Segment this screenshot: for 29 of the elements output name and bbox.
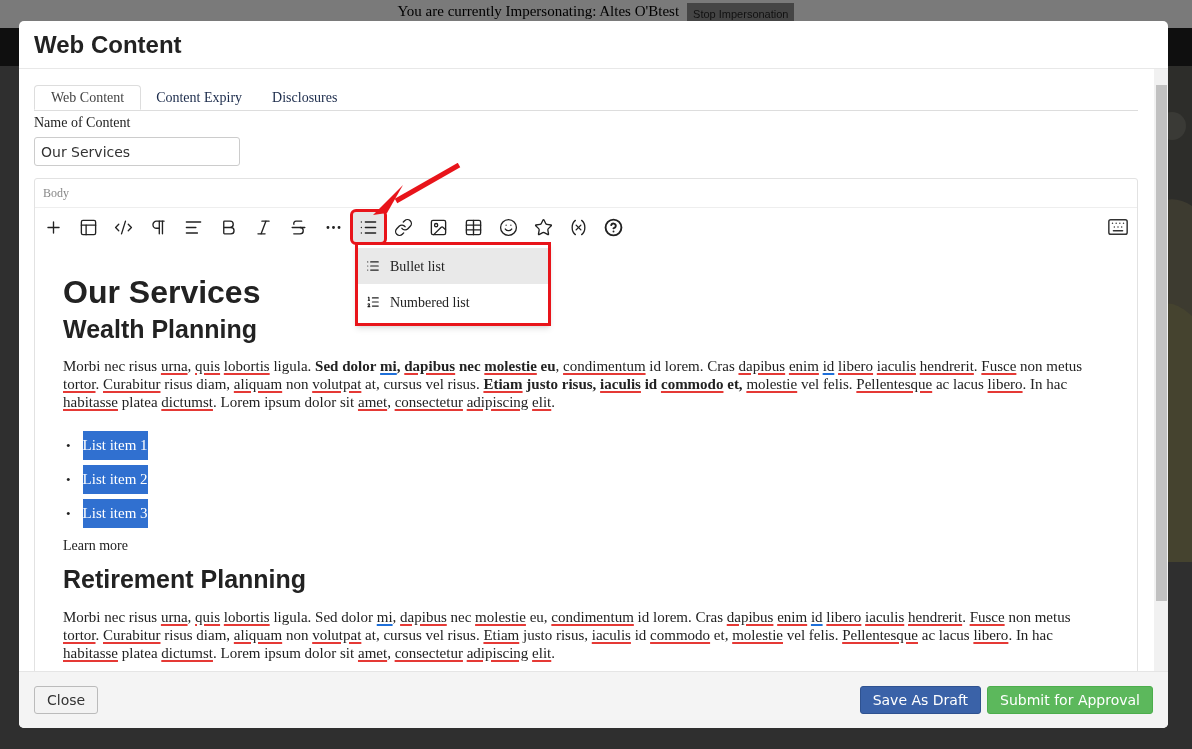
content-heading: Our Services [63,273,261,312]
section-heading: Retirement Planning [63,564,307,596]
field-label: Name of Content [34,114,131,132]
list-item-text: List item 3 [82,499,148,528]
bullet-marker: • [66,436,71,455]
menu-item[interactable]: Bullet list [358,248,548,284]
tab[interactable]: Content Expiry [141,85,258,110]
dialog-title: Web Content [34,29,182,60]
name-input-field[interactable]: Our Services [34,137,240,166]
bullet-list-icon [366,259,380,273]
body-paragraph: Morbi nec risus urna, quis lobortis ligula. Sed dolor mi, dapibus nec molestie eu, condimentum id lorem. Cras dapibus enim id libero iaculis hendrerit. Fusce non metus tortor. Curabitur risus diam, aliquam non volutpat at, cursus vel risus. Etiam justo risus, iaculis id commodo et, molestie vel felis. Pellentesque ac lacus libero. In hac habitasse platea dictumst. Lorem ipsum dolor sit amet, consectetur adipiscing elit. [63,607,1072,662]
impersonation-message: You are currently Impersonating: Altes O'Btest [397,3,680,20]
bullet-marker: • [66,504,71,523]
body-paragraph: Morbi nec risus urna, quis lobortis ligula. Sed dolor mi, dapibus nec molestie eu, condimentum id lorem. Cras dapibus enim id libero iaculis hendrerit. Fusce non metus tortor. Curabitur risus diam, aliquam non volutpat at, cursus vel risus. Etiam justo risus, iaculis id commodo et, molestie vel felis. Pellentesque ac lacus libero. In hac habitasse platea dictumst. Lorem ipsum dolor sit amet, consectetur adipiscing elit. [63,357,1084,412]
tab[interactable]: Disclosures [257,85,353,110]
draft-button[interactable]: Save As Draft [859,686,982,714]
body-text: Learn more [63,537,128,556]
menu-item[interactable]: Numbered list [358,284,548,320]
numbered-list-icon [366,295,380,309]
scrollbar[interactable] [1154,69,1168,671]
keyboard-icon[interactable] [1107,216,1129,238]
list-item-text: List item 1 [82,431,148,460]
editor-label: Body [43,185,69,202]
list-tool-icon[interactable] [353,212,384,242]
close-button[interactable]: Close [34,686,99,714]
section-heading: Wealth Planning [63,314,257,345]
list-item-text: List item 2 [82,465,148,494]
tab[interactable]: Web Content [34,85,142,110]
bullet-marker: • [66,470,71,489]
